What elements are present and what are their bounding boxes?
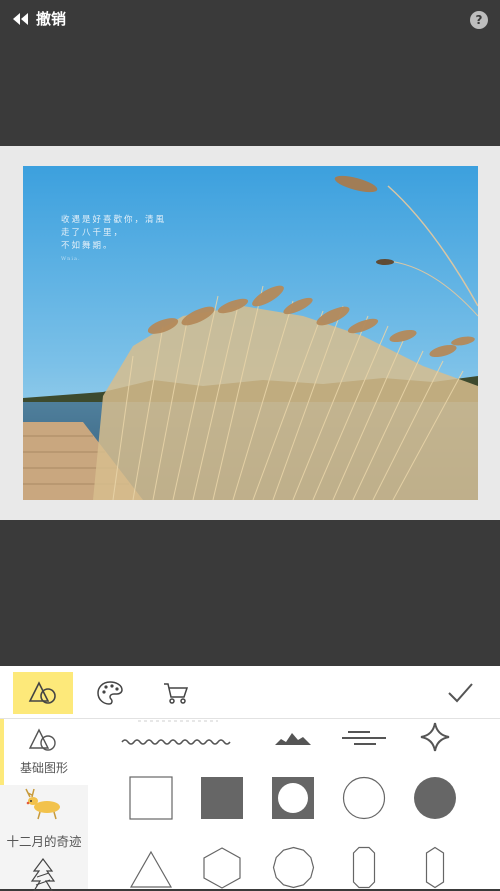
tall-octagon-outline-shape[interactable] xyxy=(352,846,376,889)
poem-signature: Wnia. xyxy=(61,256,81,262)
dash-lines-shape[interactable] xyxy=(340,728,388,748)
checkmark-icon xyxy=(448,683,473,703)
poem-line: 收遇是好喜歡你，清風 xyxy=(61,215,167,225)
category-label: 基础图形 xyxy=(19,761,68,775)
hexagon-outline-shape[interactable] xyxy=(202,846,242,889)
palette-icon xyxy=(97,681,123,705)
top-bar: 撤销 ? xyxy=(0,0,500,40)
shape-grid xyxy=(88,719,500,889)
canvas-frame: 收遇是好喜歡你，清風 走了八千里， 不如舞期。 Wnia. xyxy=(0,146,500,520)
circle-filled-shape[interactable] xyxy=(413,776,457,820)
christmas-tree-icon xyxy=(30,858,56,891)
poem-text: 收遇是好喜歡你，清風 走了八千里， 不如舞期。 Wnia. xyxy=(61,214,166,266)
category-christmas-tree[interactable] xyxy=(0,853,88,891)
photo[interactable]: 收遇是好喜歡你，清風 走了八千里， 不如舞期。 Wnia. xyxy=(23,166,478,500)
shapes-icon xyxy=(28,681,56,704)
rewind-icon xyxy=(13,12,28,25)
poem-line: 不如舞期。 xyxy=(61,241,114,251)
cart-icon xyxy=(164,683,189,704)
help-icon[interactable]: ? xyxy=(470,11,488,29)
confirm-button[interactable] xyxy=(446,678,474,710)
wavy-line-shape[interactable] xyxy=(120,735,232,749)
square-filled-shape[interactable] xyxy=(200,776,244,820)
tab-palette[interactable] xyxy=(80,672,140,714)
category-label: 十二月的奇迹 xyxy=(6,834,82,849)
shapes-icon xyxy=(28,728,56,751)
triangle-outline-shape[interactable] xyxy=(129,849,173,889)
reindeer-icon xyxy=(25,788,60,820)
panel-tabs xyxy=(0,666,500,719)
circle-outline-shape[interactable] xyxy=(342,776,386,820)
tab-shapes[interactable] xyxy=(13,672,73,714)
category-list: 基础图形 十二月的奇迹 xyxy=(0,719,88,891)
mountain-line-shape[interactable] xyxy=(274,729,312,747)
sticker-panel: 基础图形 十二月的奇迹 xyxy=(0,666,500,891)
undo-button[interactable]: 撤销 xyxy=(12,8,66,29)
category-basic-shapes[interactable]: 基础图形 xyxy=(0,719,88,785)
category-december-miracle[interactable]: 十二月的奇迹 xyxy=(0,787,88,851)
four-point-star-shape[interactable] xyxy=(419,721,451,753)
tab-store[interactable] xyxy=(146,672,206,714)
tall-hexagon-outline-shape[interactable] xyxy=(425,846,445,889)
poem-line: 走了八千里， xyxy=(61,228,125,238)
dodecagon-outline-shape[interactable] xyxy=(272,846,315,889)
undo-label: 撤销 xyxy=(36,10,67,28)
circle-in-square-shape[interactable] xyxy=(271,776,315,820)
square-outline-shape[interactable] xyxy=(129,776,173,820)
